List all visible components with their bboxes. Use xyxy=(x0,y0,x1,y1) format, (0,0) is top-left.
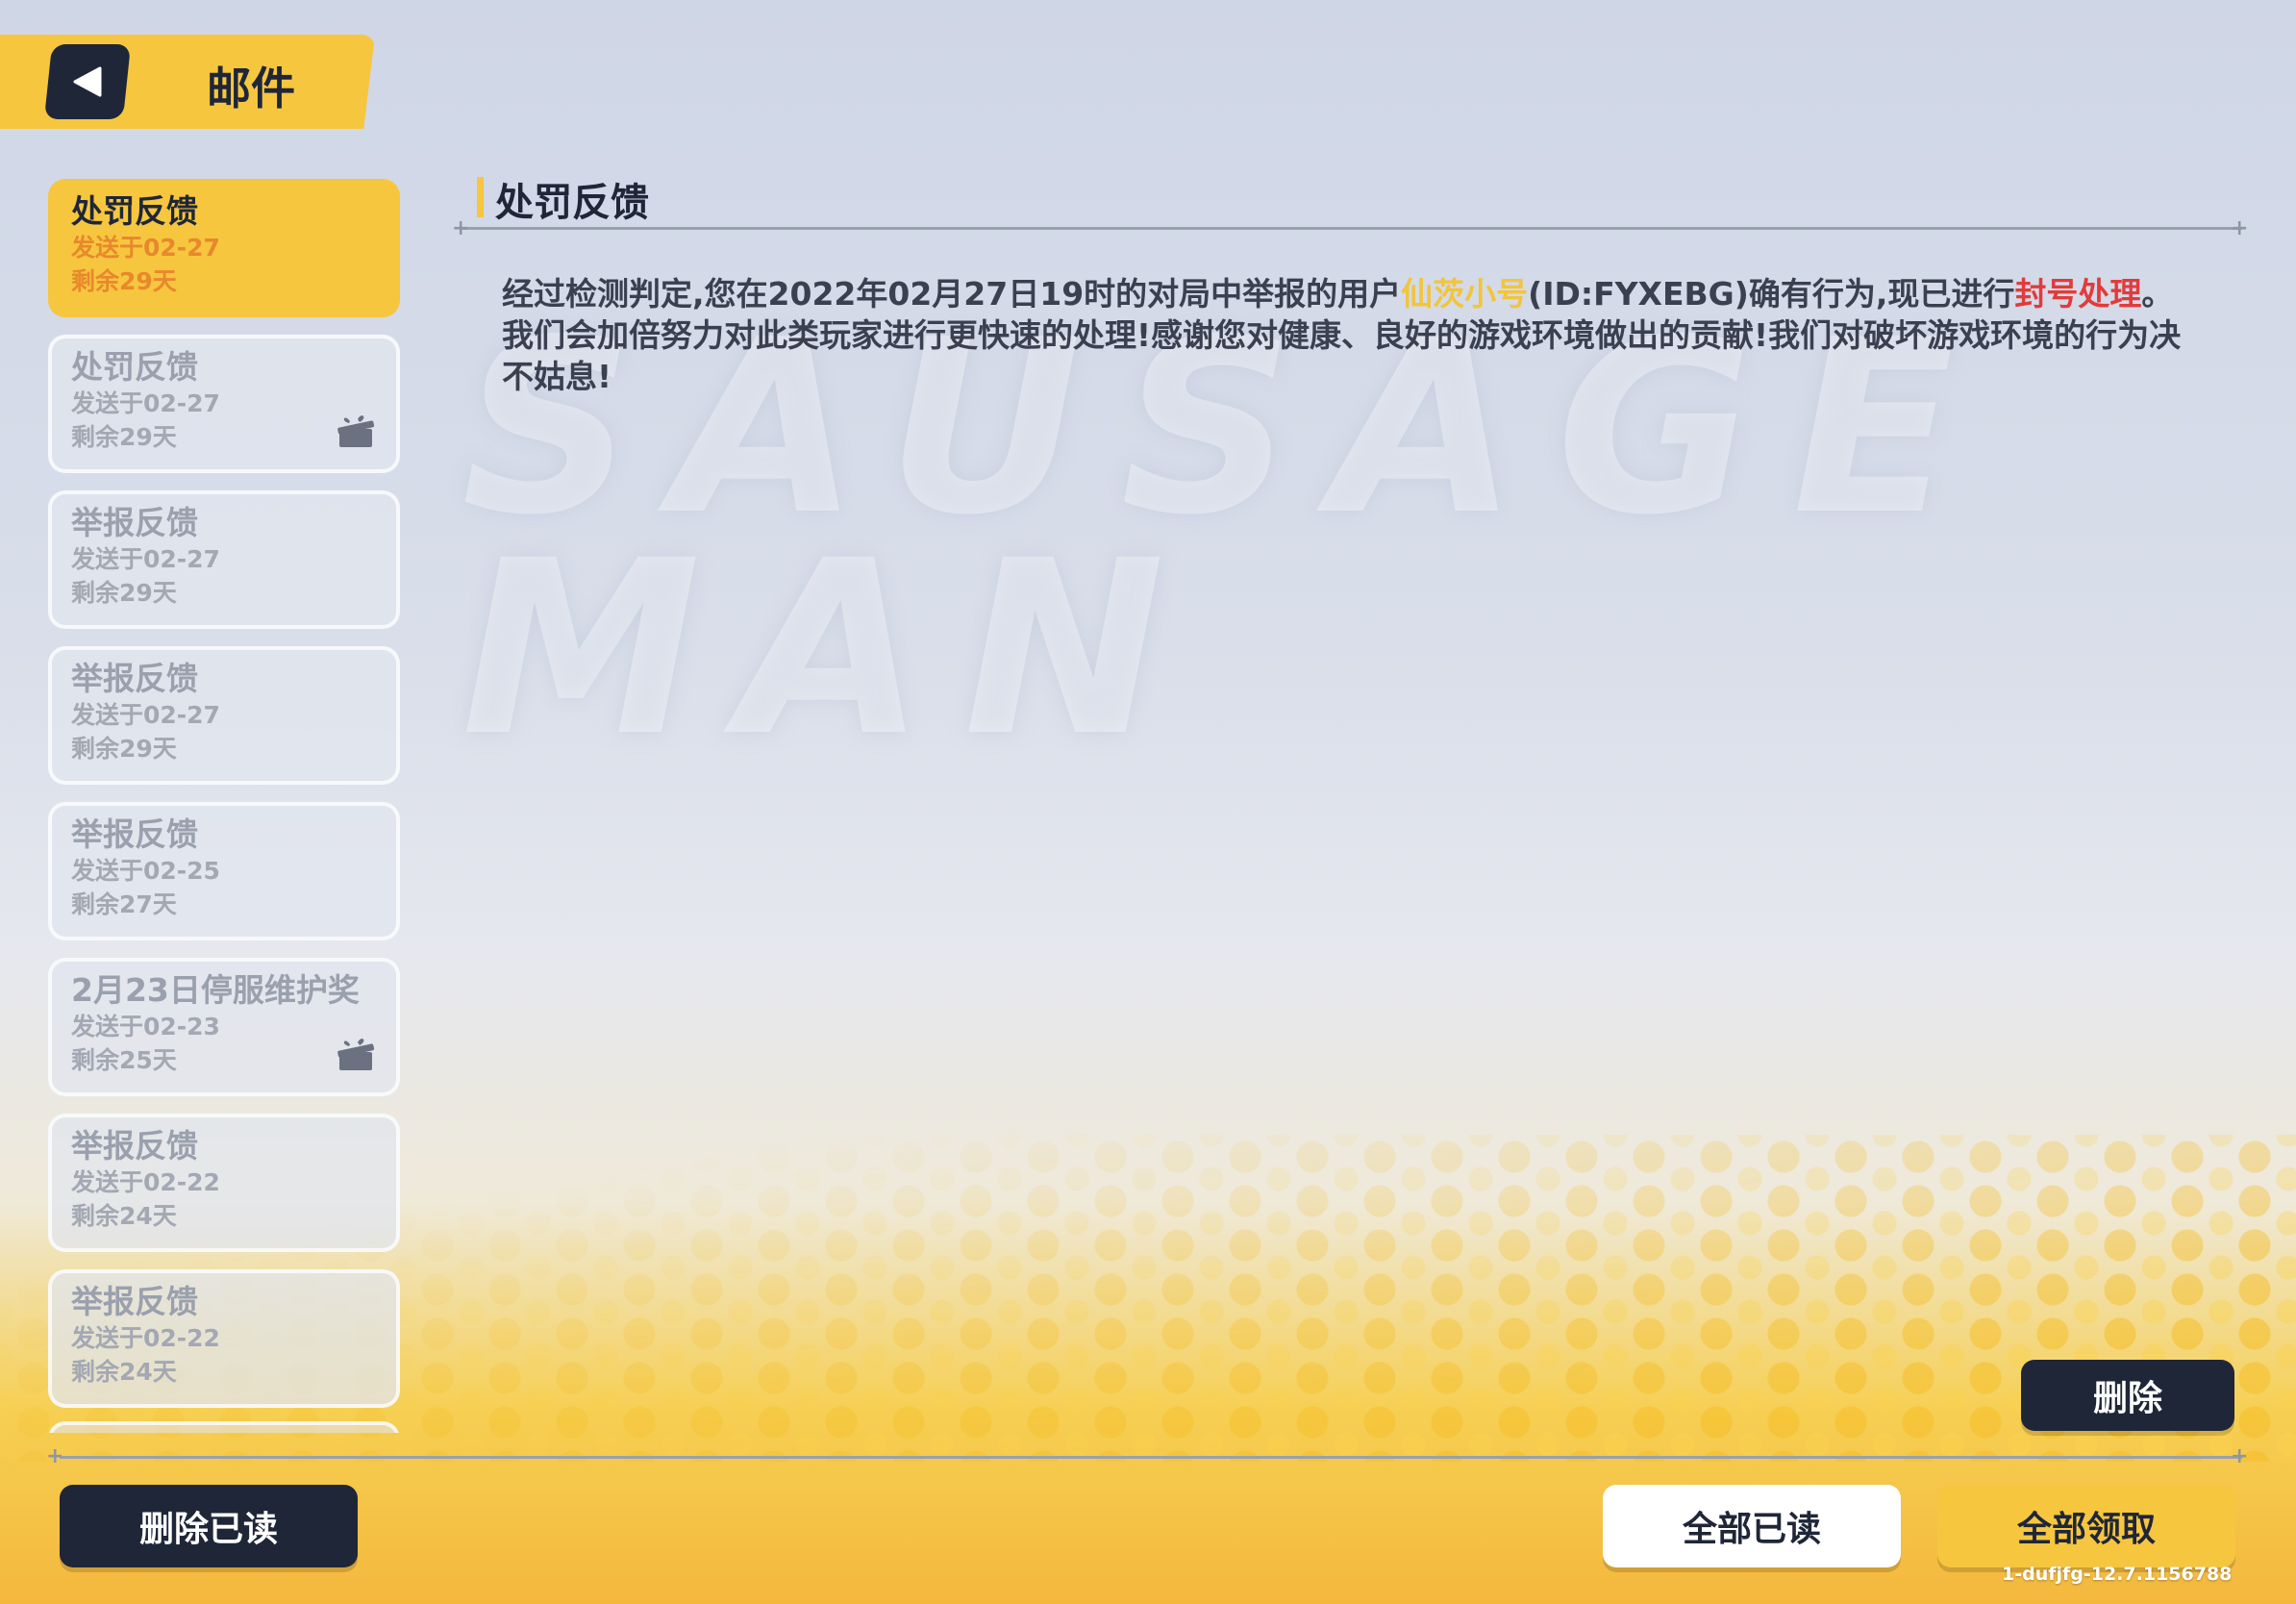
mail-title: 处罚反馈 xyxy=(71,348,198,386)
mail-remaining: 剩余24天 xyxy=(71,1358,177,1386)
gift-icon xyxy=(337,415,375,447)
delete-read-button[interactable]: 删除已读 xyxy=(60,1485,358,1567)
mail-item[interactable]: 处罚反馈 发送于02-27 剩余29天 xyxy=(48,335,400,473)
mail-title: 举报反馈 xyxy=(71,660,198,697)
mail-remaining: 剩余27天 xyxy=(71,890,177,918)
mail-item[interactable]: 举报反馈 发送于02-22 剩余24天 xyxy=(48,1269,400,1408)
penalty-action: 封号处理 xyxy=(2014,275,2142,313)
mail-title: 处罚反馈 xyxy=(71,192,198,230)
read-all-button[interactable]: 全部已读 xyxy=(1603,1485,1901,1567)
mail-item[interactable]: 2月23日停服维护奖 发送于02-23 剩余25天 xyxy=(48,958,400,1096)
mail-sent-date: 发送于02-22 xyxy=(71,1324,220,1352)
mail-title: 举报反馈 xyxy=(71,504,198,541)
mail-item[interactable]: 处罚反馈 发送于02-27 剩余29天 xyxy=(48,179,400,317)
mail-sent-date: 发送于02-22 xyxy=(71,1168,220,1196)
mail-sent-date: 发送于02-27 xyxy=(71,545,220,573)
delete-button[interactable]: 删除 xyxy=(2021,1360,2234,1431)
bottom-divider xyxy=(60,1456,2242,1459)
mail-content-body: 经过检测判定,您在2022年02月27日19时的对局中举报的用户仙茨小号(ID:… xyxy=(502,273,2194,397)
claim-all-button[interactable]: 全部领取 xyxy=(1937,1485,2235,1567)
mail-title: 举报反馈 xyxy=(71,1283,198,1320)
gift-icon xyxy=(337,1039,375,1070)
mail-title: 举报反馈 xyxy=(71,1127,198,1165)
mail-remaining: 剩余24天 xyxy=(71,1202,177,1230)
mail-remaining: 剩余29天 xyxy=(71,267,177,295)
mail-list[interactable]: 处罚反馈 发送于02-27 剩余29天 处罚反馈 发送于02-27 剩余29天 … xyxy=(46,177,408,1433)
mail-item[interactable]: 举报反馈 发送于02-22 剩余24天 xyxy=(48,1114,400,1252)
body-text: 经过检测判定,您在2022年02月27日19时的对局中举报的用户 xyxy=(502,275,1402,313)
title-divider xyxy=(462,227,2242,230)
mail-content-title: 处罚反馈 xyxy=(495,181,649,225)
divider-plus-icon: + xyxy=(452,216,470,240)
divider-plus-icon: + xyxy=(2231,1444,2249,1468)
version-label: 1-dufjfg-12.7.1156788 xyxy=(2002,1564,2233,1585)
mail-item[interactable]: 举报反馈 发送于02-27 剩余29天 xyxy=(48,490,400,629)
mail-sent-date: 发送于02-25 xyxy=(71,857,220,885)
mail-item[interactable]: 举报反馈 发送于02-25 剩余27天 xyxy=(48,802,400,940)
mail-item-partial[interactable] xyxy=(48,1421,400,1433)
mail-remaining: 剩余29天 xyxy=(71,579,177,607)
back-button[interactable] xyxy=(43,44,132,119)
mail-title: 2月23日停服维护奖 xyxy=(71,971,360,1009)
title-accent-bar xyxy=(477,177,484,217)
mail-sent-date: 发送于02-27 xyxy=(71,701,220,729)
divider-plus-icon: + xyxy=(2231,216,2249,240)
mail-remaining: 剩余29天 xyxy=(71,735,177,763)
page-title: 邮件 xyxy=(207,63,295,114)
mail-title: 举报反馈 xyxy=(71,815,198,853)
body-text: (ID:FYXEBG)确有行为,现已进行 xyxy=(1528,275,2015,313)
back-arrow-icon xyxy=(73,66,102,97)
reported-user-name: 仙茨小号 xyxy=(1401,275,1529,313)
mail-item[interactable]: 举报反馈 发送于02-27 剩余29天 xyxy=(48,646,400,785)
mail-sent-date: 发送于02-27 xyxy=(71,234,220,262)
divider-plus-icon: + xyxy=(46,1444,64,1468)
